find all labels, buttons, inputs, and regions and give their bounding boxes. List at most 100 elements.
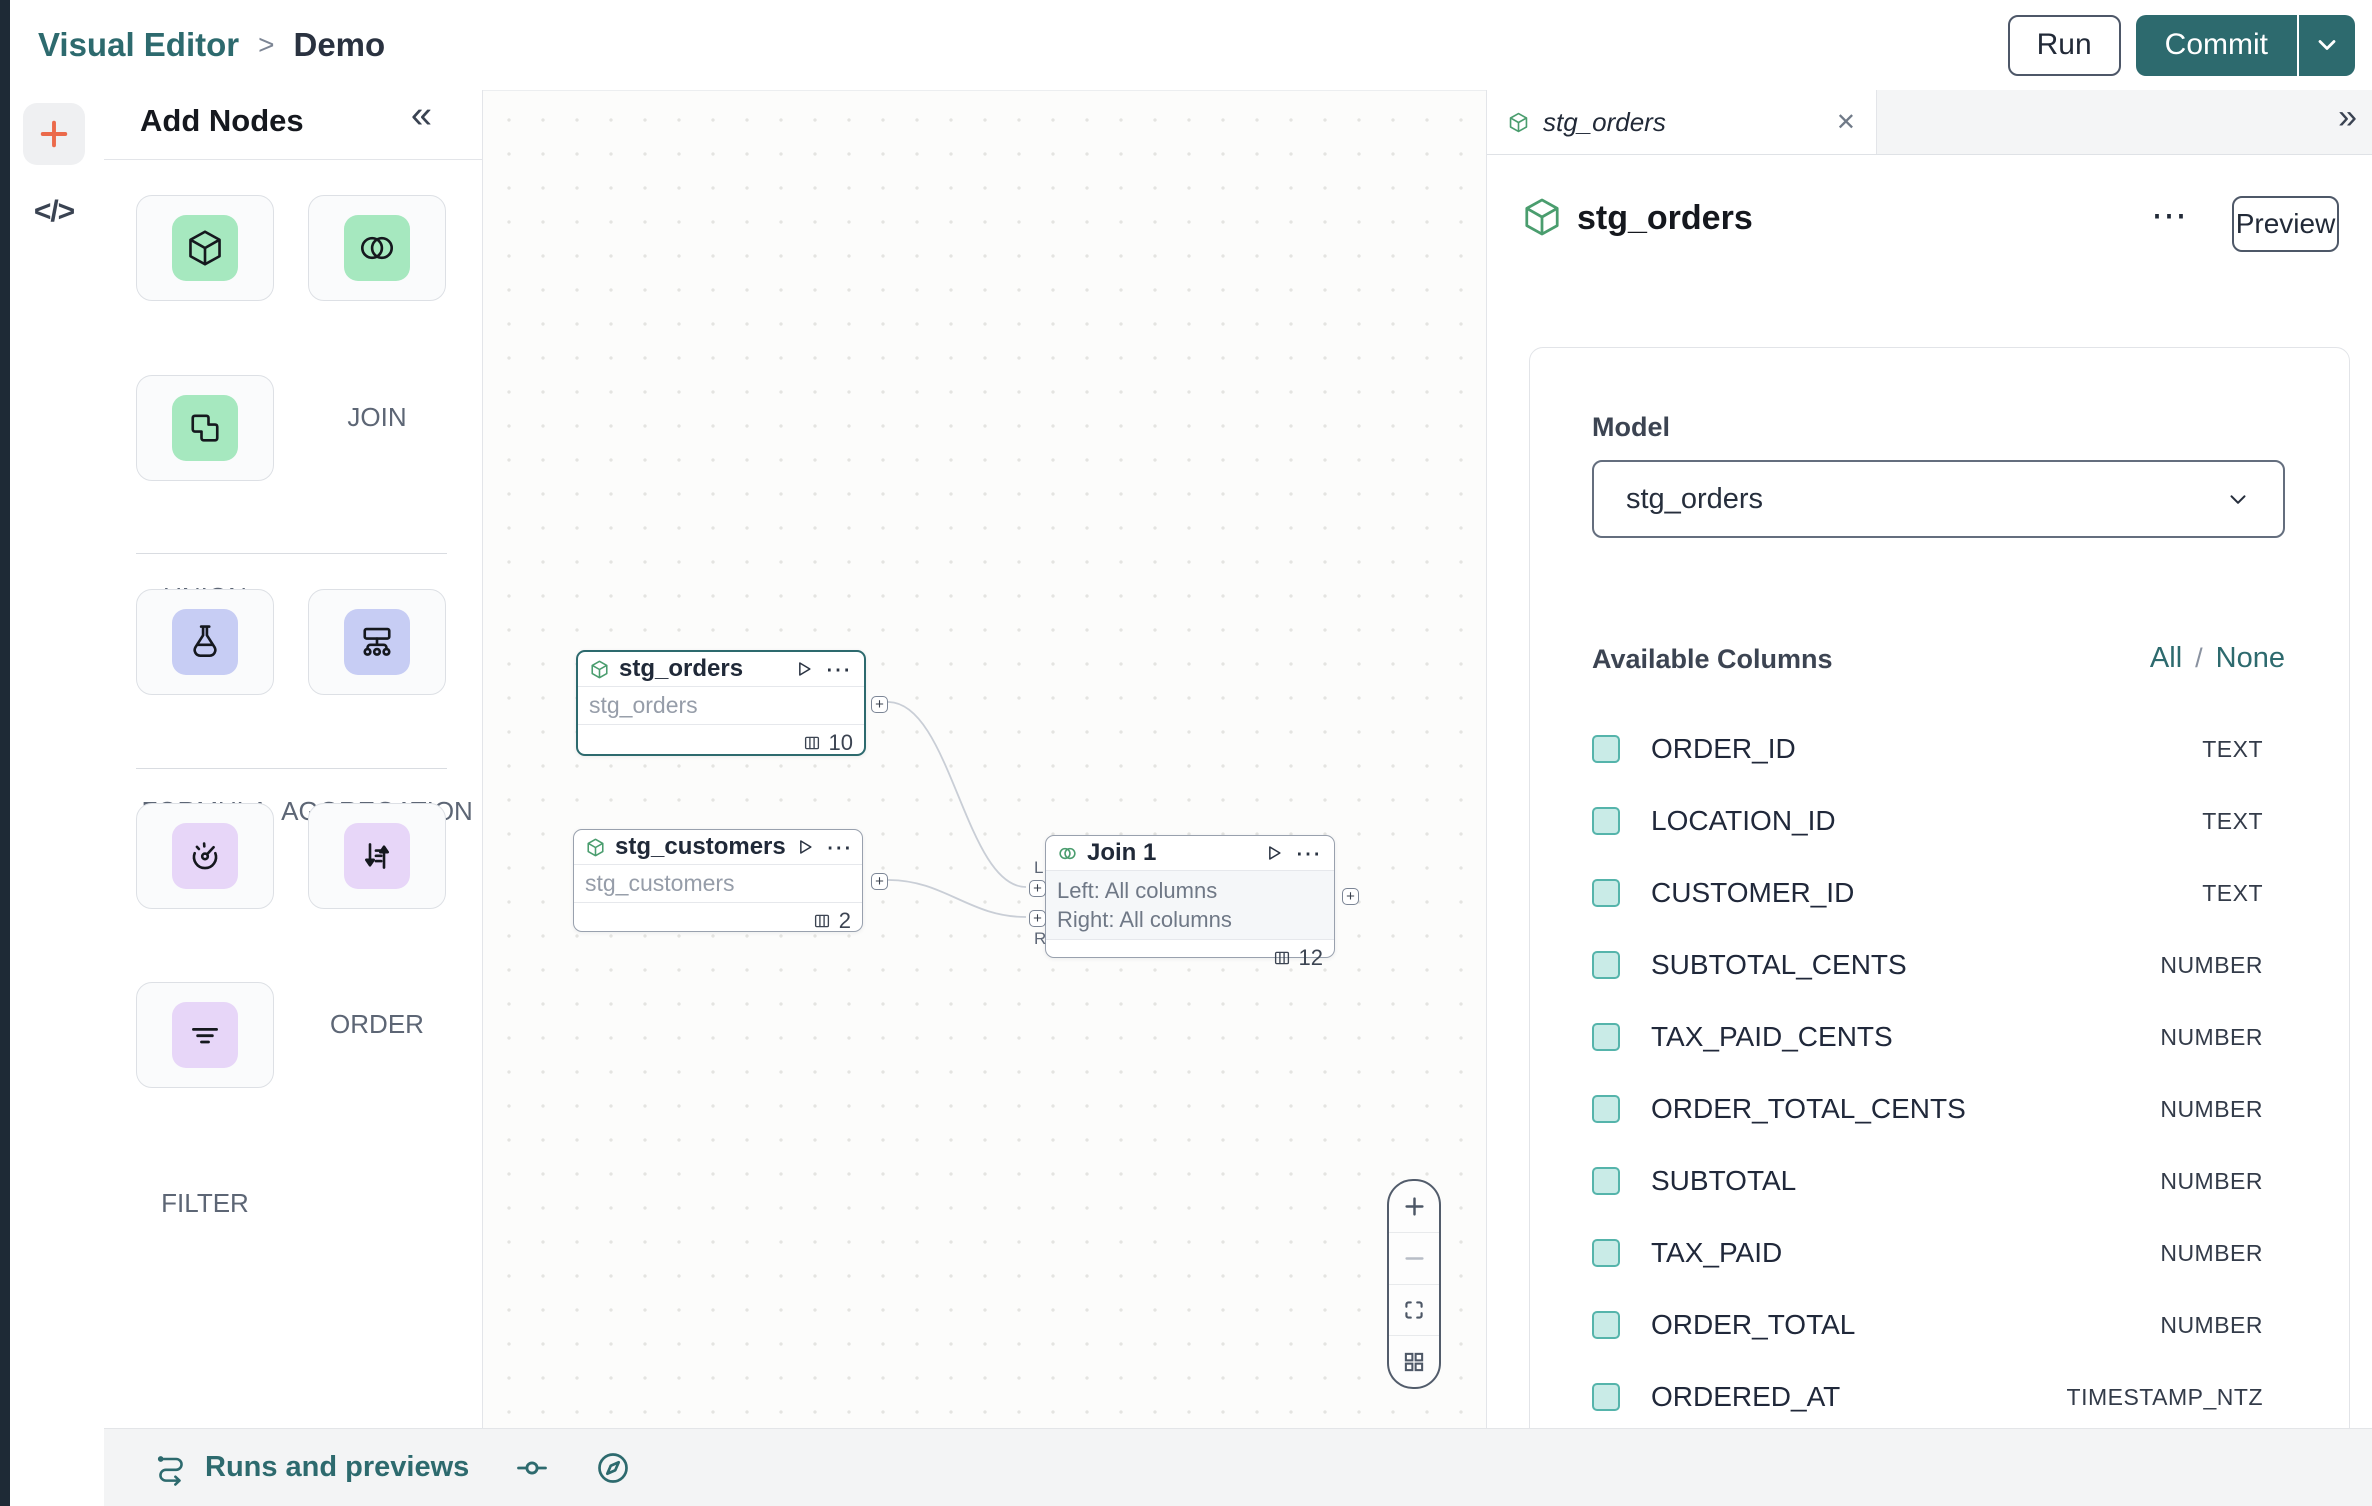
column-type: TIMESTAMP_NTZ (2067, 1384, 2289, 1411)
commit-history-button[interactable] (515, 1451, 549, 1485)
model-cube-icon (172, 215, 238, 281)
tab-stg-orders[interactable]: stg_orders ✕ (1487, 90, 1877, 154)
select-none-link[interactable]: None (2216, 642, 2285, 675)
play-icon[interactable] (794, 659, 814, 679)
output-port-plus[interactable]: + (1342, 888, 1359, 905)
breadcrumb-visual-editor[interactable]: Visual Editor (38, 26, 239, 64)
aggregation-sitemap-icon (344, 609, 410, 675)
zoom-out-button[interactable] (1389, 1233, 1439, 1285)
union-squares-icon (172, 395, 238, 461)
breadcrumb-separator: > (258, 29, 274, 61)
output-port-plus[interactable]: + (871, 873, 888, 890)
select-all-link[interactable]: All (2150, 642, 2182, 675)
model-select-value: stg_orders (1626, 483, 2225, 516)
select-links: All / None (2150, 642, 2285, 675)
flow-canvas[interactable]: stg_orders ⋯ stg_orders 10 + (483, 90, 1486, 1428)
chevron-down-icon (2313, 31, 2341, 59)
right-input-port-plus[interactable]: + (1029, 910, 1046, 927)
column-checkbox[interactable] (1592, 807, 1620, 835)
code-editor-rail-button[interactable]: </> (17, 190, 91, 234)
model-select[interactable]: stg_orders (1592, 460, 2285, 538)
column-row: LOCATION_ID TEXT (1592, 785, 2289, 857)
node-config-card: Model stg_orders Available Columns All /… (1529, 347, 2350, 1428)
node-menu-icon[interactable]: ⋯ (824, 837, 854, 857)
column-checkbox[interactable] (1592, 1095, 1620, 1123)
column-checkbox[interactable] (1592, 1239, 1620, 1267)
column-type: NUMBER (2160, 1024, 2289, 1051)
runs-and-previews-button[interactable]: Runs and previews (153, 1450, 469, 1486)
column-checkbox[interactable] (1592, 879, 1620, 907)
column-row: CUSTOMER_ID TEXT (1592, 857, 2289, 929)
left-input-port-plus[interactable]: + (1029, 880, 1046, 897)
column-checkbox[interactable] (1592, 1023, 1620, 1051)
cube-icon (1520, 195, 1564, 239)
code-icon: </> (34, 195, 74, 228)
column-checkbox[interactable] (1592, 951, 1620, 979)
column-checkbox[interactable] (1592, 735, 1620, 763)
column-row: ORDER_TOTAL NUMBER (1592, 1289, 2289, 1361)
panel-tab-bar: stg_orders ✕ » (1487, 90, 2372, 155)
node-body: stg_customers (574, 864, 862, 903)
column-checkbox[interactable] (1592, 1311, 1620, 1339)
panel-title-row: stg_orders ⋯ Preview (1487, 190, 2372, 260)
available-columns-label: Available Columns (1592, 644, 1833, 675)
right-port-label: R (1034, 929, 1046, 949)
node-menu-icon[interactable]: ⋯ (1293, 843, 1323, 863)
add-node-card-filter[interactable] (136, 982, 274, 1088)
add-node-card-model[interactable] (136, 195, 274, 301)
join-left-config: Left: All columns (1057, 876, 1323, 905)
compass-button[interactable] (595, 1450, 631, 1486)
column-row: ORDER_ID TEXT (1592, 713, 2289, 785)
model-field-label: Model (1592, 412, 1670, 443)
canvas-node-stg-customers[interactable]: stg_customers ⋯ stg_customers 2 + (573, 829, 863, 932)
column-checkbox[interactable] (1592, 1167, 1620, 1195)
node-menu-icon[interactable]: ⋯ (823, 659, 853, 679)
panel-menu-icon[interactable]: ⋯ (2151, 194, 2187, 236)
column-row: SUBTOTAL NUMBER (1592, 1145, 2289, 1217)
visual-editor-app: Visual Editor > Demo Run Commit </> (0, 0, 2372, 1506)
node-subtitle: stg_customers (585, 870, 735, 896)
column-row: TAX_PAID NUMBER (1592, 1217, 2289, 1289)
tab-label: stg_orders (1543, 107, 1823, 138)
add-node-card-order[interactable] (308, 803, 446, 909)
canvas-node-join-1[interactable]: Join 1 ⋯ Left: All columns Right: All co… (1045, 835, 1335, 958)
preview-button[interactable]: Preview (2232, 196, 2339, 252)
column-checkbox[interactable] (1592, 1383, 1620, 1411)
add-node-card-join[interactable] (308, 195, 446, 301)
add-nodes-panel: Add Nodes « MODEL JOIN UNION (104, 90, 483, 1428)
canvas-node-stg-orders[interactable]: stg_orders ⋯ stg_orders 10 + (576, 650, 866, 756)
run-button[interactable]: Run (2008, 15, 2121, 76)
zoom-in-button[interactable] (1389, 1181, 1439, 1233)
minus-icon (1401, 1245, 1428, 1272)
sort-order-icon (344, 823, 410, 889)
top-bar-actions: Run Commit (2008, 0, 2355, 90)
auto-layout-button[interactable] (1389, 1336, 1439, 1387)
column-name: SUBTOTAL_CENTS (1651, 949, 2160, 981)
node-header: Join 1 ⋯ (1046, 836, 1334, 870)
column-name: CUSTOMER_ID (1651, 877, 2202, 909)
collapse-panel-icon[interactable]: « (411, 94, 434, 137)
play-icon[interactable] (1264, 843, 1284, 863)
column-row: TAX_PAID_CENTS NUMBER (1592, 1001, 2289, 1073)
divider (136, 768, 447, 769)
columns-icon (1273, 949, 1291, 967)
expand-panel-icon[interactable]: » (2338, 98, 2359, 137)
close-icon[interactable]: ✕ (1836, 108, 1856, 137)
fit-view-button[interactable] (1389, 1285, 1439, 1337)
commit-dropdown-button[interactable] (2297, 15, 2355, 76)
output-port-plus[interactable]: + (871, 696, 888, 713)
play-icon[interactable] (795, 837, 815, 857)
column-name: TAX_PAID_CENTS (1651, 1021, 2160, 1053)
column-name: TAX_PAID (1651, 1237, 2160, 1269)
add-node-card-formula[interactable] (136, 589, 274, 695)
join-circles-icon (1057, 843, 1078, 864)
add-node-card-limit[interactable] (136, 803, 274, 909)
breadcrumb-demo: Demo (293, 26, 385, 64)
app-edge-strip (0, 0, 10, 1506)
add-node-card-union[interactable] (136, 375, 274, 481)
edge-connections (483, 91, 1486, 1429)
add-node-card-aggregation[interactable] (308, 589, 446, 695)
add-nodes-rail-button[interactable] (23, 103, 85, 165)
commit-button[interactable]: Commit (2136, 15, 2297, 76)
node-header: stg_orders ⋯ (578, 652, 864, 686)
